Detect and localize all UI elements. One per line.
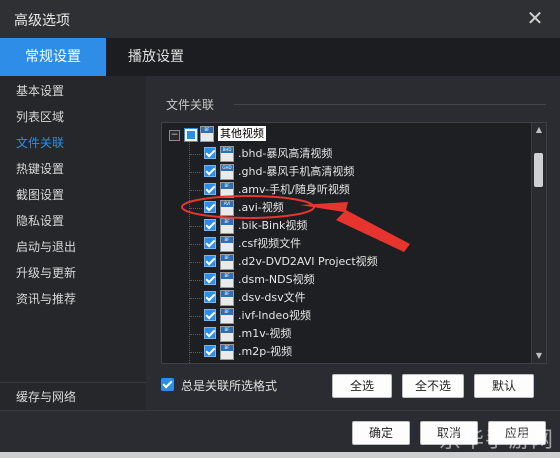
row-checkbox[interactable] xyxy=(204,345,216,357)
always-associate-checkbox[interactable] xyxy=(161,378,174,391)
video-file-icon: BF xyxy=(220,308,234,324)
video-file-icon: BF xyxy=(220,272,234,288)
row-checkbox[interactable] xyxy=(204,237,216,249)
dialog-footer: 确定 取消 应用 xyxy=(0,410,560,458)
video-file-icon: BF xyxy=(200,126,214,142)
sidebar-item-file-association[interactable]: 文件关联 xyxy=(0,130,146,156)
row-checkbox[interactable] xyxy=(204,219,216,231)
advanced-options-dialog: 高级选项 ✕ 常规设置 播放设置 基本设置 列表区域 文件关联 热键设置 截图设… xyxy=(0,0,560,458)
scroll-down-icon[interactable]: ▼ xyxy=(532,349,546,363)
sidebar: 基本设置 列表区域 文件关联 热键设置 截图设置 隐私设置 启动与退出 升级与更… xyxy=(0,76,146,410)
video-file-icon: BF xyxy=(220,218,234,234)
row-label: .csf视频文件 xyxy=(238,237,302,250)
row-checkbox[interactable] xyxy=(204,327,216,339)
sidebar-item-privacy[interactable]: 隐私设置 xyxy=(0,208,146,234)
tree-row[interactable]: BF .bik-Bink视频 xyxy=(162,217,530,235)
bottom-strip xyxy=(0,452,560,458)
row-label: .d2v-DVD2AVI Project视频 xyxy=(238,255,378,268)
tree-row[interactable]: BF .dsv-dsv文件 xyxy=(162,289,530,307)
row-label: .dsm-NDS视频 xyxy=(238,273,315,286)
tree-row[interactable]: BF .d2v-DVD2AVI Project视频 xyxy=(162,253,530,271)
row-checkbox[interactable] xyxy=(204,183,216,195)
video-file-icon: BF xyxy=(220,236,234,252)
tab-bar: 常规设置 播放设置 xyxy=(0,38,560,76)
video-file-icon: BF xyxy=(220,254,234,270)
tree-row[interactable]: BF .csf视频文件 xyxy=(162,235,530,253)
tree-row[interactable]: BHD .bhd-暴风高清视频 xyxy=(162,145,530,163)
row-checkbox[interactable] xyxy=(204,273,216,285)
row-checkbox[interactable] xyxy=(204,147,216,159)
tree-root-label[interactable]: 其他视频 xyxy=(218,126,266,141)
tree-row[interactable]: BF .amv-手机/随身听视频 xyxy=(162,181,530,199)
row-label: .amv-手机/随身听视频 xyxy=(238,183,350,196)
title-bar: 高级选项 ✕ xyxy=(0,0,560,38)
tree-row[interactable]: AVI .avi-视频 xyxy=(162,199,530,217)
row-label: .bhd-暴风高清视频 xyxy=(238,147,333,160)
sidebar-item-list-area[interactable]: 列表区域 xyxy=(0,104,146,130)
video-file-icon: GHD xyxy=(220,164,234,180)
row-checkbox[interactable] xyxy=(204,291,216,303)
row-checkbox[interactable] xyxy=(204,201,216,213)
window-title: 高级选项 xyxy=(14,13,70,29)
sidebar-item-basic[interactable]: 基本设置 xyxy=(0,78,146,104)
tree-row[interactable]: BF .ivf-Indeo视频 xyxy=(162,307,530,325)
row-label: .m1v-视频 xyxy=(238,327,292,340)
row-label: .ivf-Indeo视频 xyxy=(238,309,311,322)
select-all-button[interactable]: 全选 xyxy=(332,374,392,398)
section-divider xyxy=(234,104,546,105)
video-file-icon: BF xyxy=(220,326,234,342)
sidebar-item-cache-network[interactable]: 缓存与网络 xyxy=(0,382,146,410)
video-file-icon: BF xyxy=(220,182,234,198)
tree-row[interactable]: BF .m2p-视频 xyxy=(162,343,530,361)
ok-button[interactable]: 确定 xyxy=(352,421,410,445)
section-title: 文件关联 xyxy=(166,98,215,112)
row-label: .m2p-视频 xyxy=(238,345,293,358)
tab-general-settings[interactable]: 常规设置 xyxy=(0,38,106,76)
default-button[interactable]: 默认 xyxy=(474,374,534,398)
tree-row[interactable]: BF .dsm-NDS视频 xyxy=(162,271,530,289)
sidebar-item-screenshot[interactable]: 截图设置 xyxy=(0,182,146,208)
row-label: .dsv-dsv文件 xyxy=(238,291,306,304)
video-file-icon: AVI xyxy=(220,200,234,216)
row-label: .bik-Bink视频 xyxy=(238,219,308,232)
root-checkbox[interactable] xyxy=(184,128,198,142)
tab-playback-settings[interactable]: 播放设置 xyxy=(106,38,206,76)
scroll-thumb[interactable] xyxy=(534,153,543,187)
video-file-icon: BF xyxy=(220,290,234,306)
always-associate-label: 总是关联所选格式 xyxy=(181,379,278,393)
close-icon[interactable]: ✕ xyxy=(524,7,546,29)
tree-row[interactable]: BF .m1v-视频 xyxy=(162,325,530,343)
sidebar-item-hotkeys[interactable]: 热键设置 xyxy=(0,156,146,182)
select-none-button[interactable]: 全不选 xyxy=(402,374,464,398)
row-checkbox[interactable] xyxy=(204,255,216,267)
file-type-tree: − BF 其他视频 BHD .bhd-暴风高清视频 GHD .ghd-暴风手机高清视… xyxy=(161,122,547,364)
video-file-icon: BHD xyxy=(220,146,234,162)
sidebar-item-news[interactable]: 资讯与推荐 xyxy=(0,286,146,312)
collapse-icon[interactable]: − xyxy=(169,130,180,141)
cancel-button[interactable]: 取消 xyxy=(420,421,478,445)
row-checkbox[interactable] xyxy=(204,165,216,177)
sidebar-item-upgrade[interactable]: 升级与更新 xyxy=(0,260,146,286)
row-label: .ghd-暴风手机高清视频 xyxy=(238,165,355,178)
row-checkbox[interactable] xyxy=(204,309,216,321)
tree-row[interactable]: GHD .ghd-暴风手机高清视频 xyxy=(162,163,530,181)
apply-button[interactable]: 应用 xyxy=(488,421,546,445)
row-label: .avi-视频 xyxy=(238,201,284,214)
sidebar-item-startup-exit[interactable]: 启动与退出 xyxy=(0,234,146,260)
main-panel: 文件关联 − BF 其他视频 BHD .bhd-暴风高清视频 GHD .ghd-暴风… xyxy=(146,76,560,410)
tree-scrollbar[interactable]: ▲ ▼ xyxy=(531,123,546,363)
scroll-up-icon[interactable]: ▲ xyxy=(532,123,546,137)
video-file-icon: BF xyxy=(220,344,234,360)
